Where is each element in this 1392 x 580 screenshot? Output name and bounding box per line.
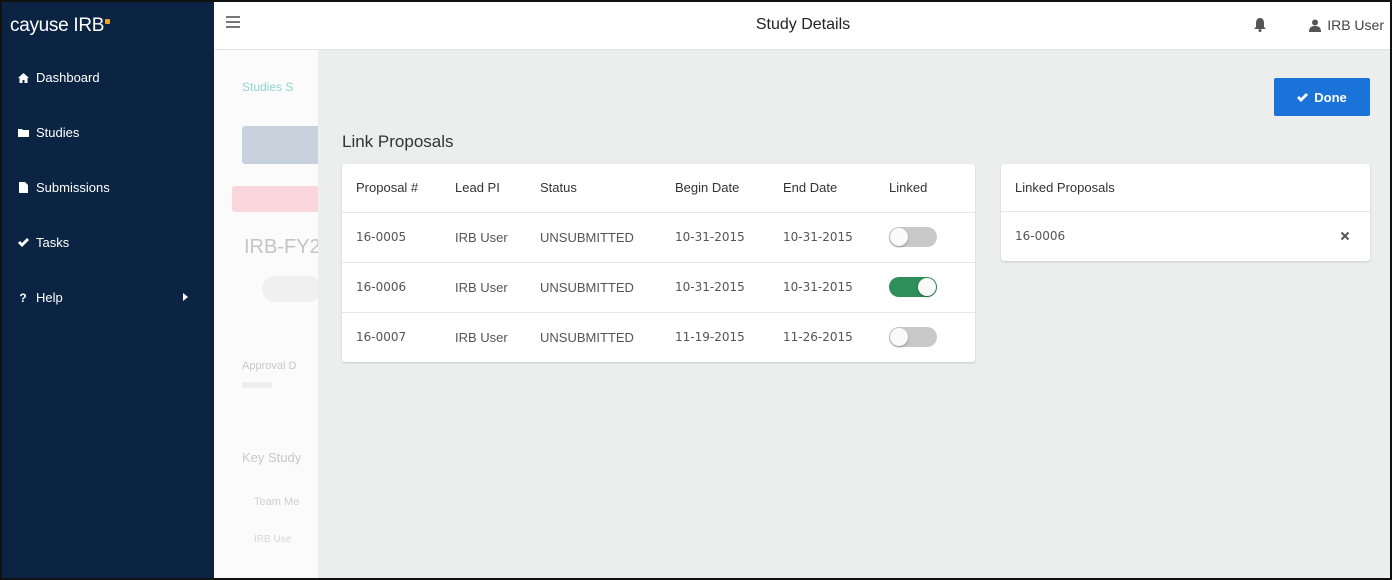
sidebar-item-label: Dashboard — [36, 70, 100, 85]
done-button[interactable]: Done — [1274, 78, 1370, 116]
cell-end-date: 10-31-2015 — [769, 212, 875, 263]
proposals-table: Proposal # Lead PI Status Begin Date End… — [342, 164, 975, 362]
linked-toggle[interactable] — [889, 327, 937, 348]
background-approval-label: Approval D — [242, 360, 297, 372]
cell-status: UNSUBMITTED — [526, 262, 661, 313]
cell-linked — [875, 212, 975, 263]
cell-begin-date: 10-31-2015 — [661, 212, 769, 263]
cell-end-date: 10-31-2015 — [769, 262, 875, 313]
sidebar-item-label: Submissions — [36, 180, 110, 195]
background-team-label: Team Me — [254, 496, 300, 508]
sidebar-item-dashboard[interactable]: Dashboard — [2, 50, 214, 105]
col-proposal: Proposal # — [342, 164, 441, 213]
file-icon — [16, 182, 30, 193]
linked-proposals-card: Linked Proposals 16-0006 — [1001, 164, 1370, 261]
brand-logo[interactable]: cayuse IRB — [2, 2, 214, 50]
background-approval-value — [242, 382, 272, 388]
done-label: Done — [1314, 89, 1347, 105]
sidebar-item-label: Help — [36, 290, 63, 305]
sidebar-item-label: Tasks — [36, 235, 70, 250]
user-icon — [1309, 19, 1322, 32]
link-proposals-panel: Done Link Proposals Proposal # Lead PI S… — [318, 50, 1390, 578]
section-title: Link Proposals — [342, 132, 454, 151]
col-end-date: End Date — [769, 164, 875, 213]
user-name: IRB User — [1327, 17, 1384, 33]
sidebar-item-help[interactable]: ? Help — [2, 270, 214, 325]
background-study-page: Studies S IRB-FY2 Approval D Key Study T… — [214, 50, 318, 578]
toggle-knob — [890, 328, 908, 347]
table-row: 16-0005 IRB User UNSUBMITTED 10-31-2015 … — [342, 212, 975, 263]
table-row: 16-0006 IRB User UNSUBMITTED 10-31-2015 … — [342, 262, 975, 313]
linked-proposal-item: 16-0006 — [1001, 212, 1370, 260]
cell-status: UNSUBMITTED — [526, 212, 661, 263]
sidebar-item-submissions[interactable]: Submissions — [2, 160, 214, 215]
background-key-label: Key Study — [242, 450, 302, 465]
cell-linked — [875, 262, 975, 313]
folder-icon — [16, 128, 30, 137]
col-lead-pi: Lead PI — [441, 164, 526, 213]
brand-dot-icon — [105, 18, 111, 24]
page-title: Study Details — [755, 16, 851, 33]
cell-begin-date: 10-31-2015 — [661, 262, 769, 313]
check-icon — [1297, 92, 1309, 102]
brand-name: cayuse IRB — [10, 15, 105, 36]
linked-proposals-title: Linked Proposals — [1001, 164, 1370, 212]
background-user-label: IRB Use — [254, 534, 292, 545]
col-begin-date: Begin Date — [661, 164, 769, 213]
col-status: Status — [526, 164, 661, 213]
cell-lead-pi: IRB User — [441, 212, 526, 263]
background-banner — [232, 186, 318, 212]
sidebar-item-studies[interactable]: Studies — [2, 105, 214, 160]
background-pill — [262, 276, 318, 302]
proposals-table-card: Proposal # Lead PI Status Begin Date End… — [342, 164, 975, 362]
table-row: 16-0007 IRB User UNSUBMITTED 11-19-2015 … — [342, 312, 975, 362]
table-header-row: Proposal # Lead PI Status Begin Date End… — [342, 164, 975, 213]
sidebar-item-label: Studies — [36, 125, 80, 140]
background-study-id: IRB-FY2 — [244, 236, 318, 258]
toggle-knob — [890, 228, 908, 246]
background-button — [242, 126, 318, 164]
check-icon — [16, 238, 30, 247]
cell-end-date: 11-26-2015 — [783, 330, 853, 345]
home-icon — [16, 72, 30, 83]
bell-icon[interactable] — [1254, 18, 1266, 32]
question-icon: ? — [19, 290, 27, 305]
col-linked: Linked — [875, 164, 975, 213]
linked-proposal-id: 16-0006 — [1015, 229, 1066, 243]
cell-proposal: 16-0006 — [342, 262, 441, 313]
cell-linked — [875, 312, 975, 362]
cell-lead-pi: IRB User — [455, 329, 508, 345]
toggle-knob — [918, 278, 936, 296]
app-window: cayuse IRB Dashboard Studies Submissions — [0, 0, 1392, 580]
linked-toggle[interactable] — [889, 227, 937, 247]
linked-toggle[interactable] — [889, 277, 937, 297]
cell-lead-pi: IRB User — [441, 262, 526, 313]
user-menu[interactable]: IRB User — [1309, 2, 1384, 48]
sidebar-item-tasks[interactable]: Tasks — [2, 215, 214, 270]
cell-begin-date: 11-19-2015 — [675, 330, 745, 345]
cell-status: UNSUBMITTED — [540, 329, 634, 345]
cell-proposal: 16-0005 — [342, 212, 441, 263]
caret-right-icon — [183, 292, 188, 303]
top-bar: Study Details IRB User — [214, 2, 1390, 50]
sidebar: cayuse IRB Dashboard Studies Submissions — [2, 2, 214, 578]
remove-link-icon[interactable] — [1340, 230, 1352, 242]
cell-proposal: 16-0007 — [356, 330, 407, 345]
breadcrumb: Studies S — [242, 80, 294, 94]
